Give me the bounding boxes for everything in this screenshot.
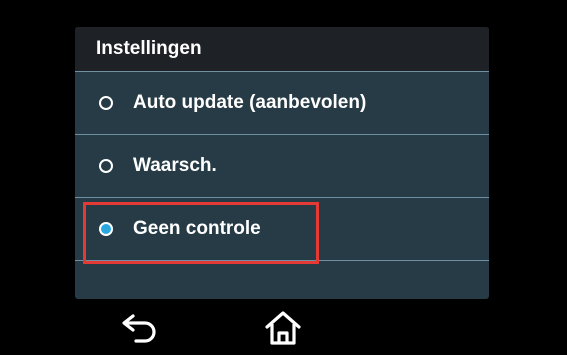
- option-label: Auto update (aanbevolen): [133, 92, 367, 113]
- panel-title: Instellingen: [96, 38, 202, 59]
- home-button[interactable]: [263, 308, 303, 348]
- bottom-navbar: [0, 300, 567, 355]
- device-screen: Instellingen Auto update (aanbevolen) Wa…: [0, 0, 567, 355]
- option-label: Waarsch.: [133, 155, 217, 176]
- option-auto-update[interactable]: Auto update (aanbevolen): [75, 72, 489, 135]
- option-warn[interactable]: Waarsch.: [75, 135, 489, 198]
- radio-button-icon[interactable]: [99, 159, 113, 173]
- panel-header: Instellingen: [75, 27, 489, 72]
- back-arrow-icon: [122, 314, 156, 343]
- selection-highlight: [83, 202, 319, 264]
- home-icon: [265, 311, 301, 345]
- radio-button-icon[interactable]: [99, 96, 113, 110]
- back-button[interactable]: [119, 308, 159, 348]
